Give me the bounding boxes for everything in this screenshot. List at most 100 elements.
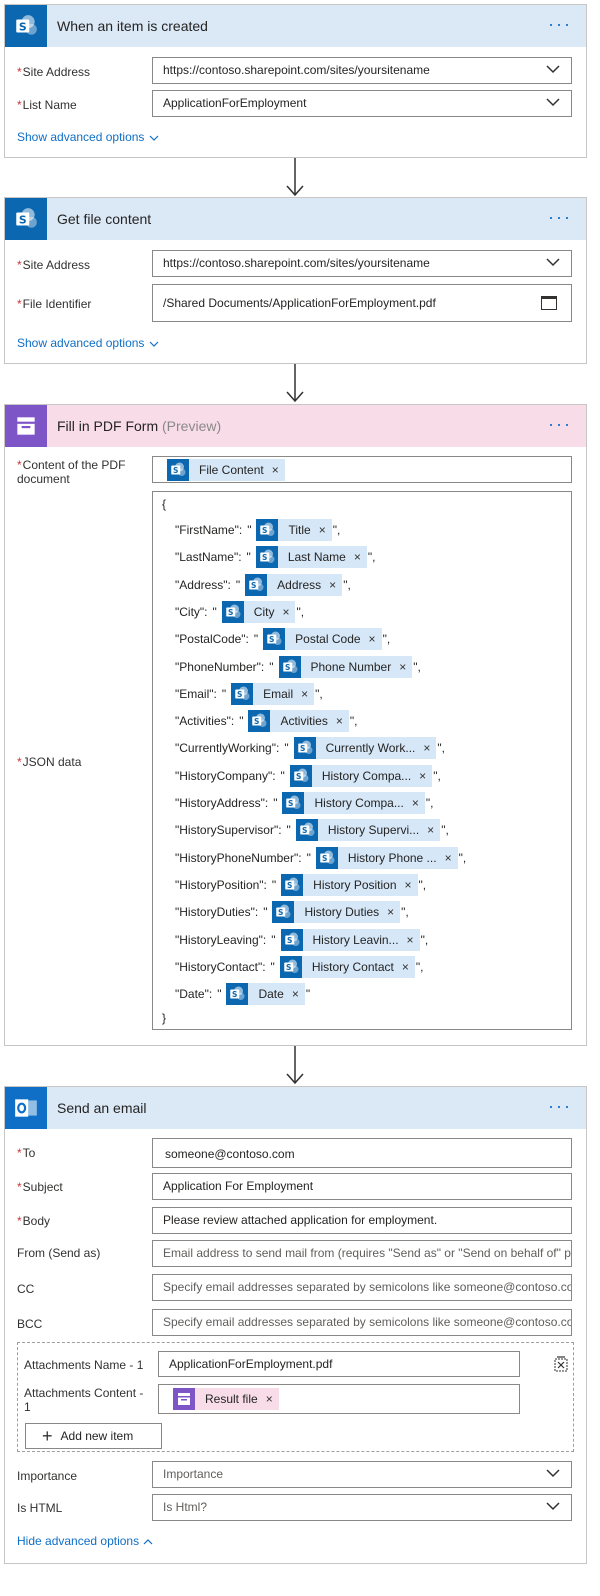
show-advanced-options-link[interactable]: Show advanced options [17, 130, 160, 144]
dynamic-token[interactable]: City × [221, 600, 296, 623]
remove-token-icon[interactable]: × [266, 1387, 273, 1412]
more-options-icon[interactable]: ··· [548, 14, 572, 35]
hide-advanced-options-link[interactable]: Hide advanced options [17, 1534, 154, 1548]
remove-token-icon[interactable]: × [445, 851, 452, 865]
site-address-dropdown[interactable]: https://contoso.sharepoint.com/sites/you… [152, 57, 572, 84]
importance-dropdown[interactable]: Importance [152, 1461, 572, 1488]
remove-token-icon[interactable]: × [282, 605, 289, 619]
remove-token-icon[interactable]: × [301, 687, 308, 701]
remove-token-icon[interactable]: × [354, 550, 361, 564]
preview-label: (Preview) [162, 418, 222, 434]
remove-token-icon[interactable]: × [427, 823, 434, 837]
dynamic-token[interactable]: Email × [231, 682, 315, 705]
show-advanced-options-link[interactable]: Show advanced options [17, 336, 160, 350]
dynamic-token[interactable]: Activities × [248, 710, 349, 733]
flow-arrow-icon [286, 158, 304, 197]
body-input[interactable]: Please review attached application for e… [152, 1207, 572, 1234]
json-suffix: ", [413, 659, 421, 674]
remove-token-icon[interactable]: × [419, 769, 426, 783]
sharepoint-icon [248, 710, 271, 733]
sharepoint-icon [315, 846, 338, 869]
is-html-dropdown[interactable]: Is Html? [152, 1494, 572, 1521]
dynamic-token[interactable]: History Duties × [272, 901, 401, 924]
attachments-content-input[interactable]: Result file × [158, 1384, 520, 1414]
bcc-input[interactable]: Specify email addresses separated by sem… [152, 1309, 572, 1336]
site-address-label: *Site Address [17, 65, 91, 79]
to-value: someone@contoso.com [165, 1147, 295, 1161]
json-key: "PostalCode": [175, 632, 249, 647]
remove-token-icon[interactable]: × [412, 796, 419, 810]
dynamic-token[interactable]: Last Name × [255, 546, 367, 569]
dynamic-token[interactable]: Title × [256, 519, 332, 541]
dynamic-token[interactable]: History Contact × [279, 955, 415, 978]
dynamic-token[interactable]: Postal Code × [263, 628, 382, 651]
json-data-label: *JSON data [17, 755, 82, 769]
json-key: "HistoryPhoneNumber": [175, 850, 302, 865]
step-header[interactable]: Get file content ··· [5, 198, 586, 240]
step-header[interactable]: When an item is created ··· [5, 5, 586, 47]
step-title: When an item is created [57, 18, 208, 34]
chevron-down-icon [545, 94, 561, 110]
remove-token-icon[interactable]: × [399, 660, 406, 674]
remove-token-icon[interactable]: × [407, 933, 414, 947]
sharepoint-icon [226, 983, 249, 1006]
json-suffix: ", [420, 932, 429, 947]
remove-token-icon[interactable]: × [402, 960, 409, 974]
remove-token-icon[interactable]: × [369, 632, 376, 646]
chevron-down-icon [545, 254, 561, 270]
sharepoint-icon [272, 901, 295, 924]
sharepoint-icon [289, 764, 312, 787]
dynamic-token[interactable]: History Supervi... × [295, 819, 441, 842]
json-quote: " [235, 577, 241, 592]
more-options-icon[interactable]: ··· [548, 414, 572, 435]
remove-token-icon[interactable]: × [336, 714, 343, 728]
site-address-dropdown[interactable]: https://contoso.sharepoint.com/sites/you… [152, 250, 572, 277]
file-identifier-input[interactable]: /Shared Documents/ApplicationForEmployme… [152, 284, 572, 322]
step-header[interactable]: Fill in PDF Form (Preview) ··· [5, 405, 586, 447]
dynamic-token[interactable]: File Content × [167, 458, 285, 482]
remove-token-icon[interactable]: × [329, 578, 336, 592]
dynamic-token[interactable]: Currently Work... × [293, 737, 437, 760]
dynamic-token[interactable]: Phone Number × [278, 655, 413, 678]
delete-item-icon[interactable] [552, 1355, 570, 1373]
importance-placeholder: Importance [163, 1467, 224, 1481]
subject-input[interactable]: Application For Employment [152, 1173, 572, 1200]
remove-token-icon[interactable]: × [292, 987, 299, 1001]
remove-token-icon[interactable]: × [272, 458, 279, 482]
to-input[interactable]: someone@contoso.com [152, 1138, 572, 1168]
dynamic-token[interactable]: History Position × [281, 873, 418, 896]
file-identifier-label: *File Identifier [17, 297, 92, 311]
body-value: Please review attached application for e… [163, 1213, 438, 1227]
more-options-icon[interactable]: ··· [548, 207, 572, 228]
is-html-placeholder: Is Html? [163, 1500, 208, 1514]
cc-input[interactable]: Specify email addresses separated by sem… [152, 1274, 572, 1301]
dynamic-token[interactable]: Address × [245, 573, 343, 596]
from-input[interactable]: Email address to send mail from (require… [152, 1240, 572, 1267]
add-new-item-button[interactable]: + Add new item [25, 1423, 162, 1449]
json-data-editor[interactable]: { } "FirstName": " Title × ", "LastName": " Las… [152, 491, 572, 1030]
remove-token-icon[interactable]: × [405, 878, 412, 892]
content-pdf-input[interactable]: File Content × [152, 456, 572, 483]
token-label: Title [288, 523, 311, 537]
dynamic-token[interactable]: History Compa... × [289, 764, 433, 787]
chevron-down-icon [545, 1498, 561, 1514]
dynamic-token[interactable]: Date × [226, 983, 305, 1006]
attachments-name-input[interactable]: ApplicationForEmployment.pdf [158, 1351, 520, 1377]
json-line: "HistoryLeaving": " History Leavin... × ", [175, 928, 429, 951]
folder-icon[interactable] [541, 296, 557, 310]
sharepoint-icon [221, 600, 244, 623]
list-name-dropdown[interactable]: ApplicationForEmployment [152, 90, 572, 117]
dynamic-token[interactable]: Result file × [173, 1387, 279, 1412]
dynamic-token[interactable]: History Phone ... × [315, 846, 458, 869]
more-options-icon[interactable]: ··· [548, 1096, 572, 1117]
remove-token-icon[interactable]: × [319, 523, 326, 537]
remove-token-icon[interactable]: × [423, 741, 430, 755]
remove-token-icon[interactable]: × [387, 905, 394, 919]
token-label: History Compa... [321, 768, 412, 783]
dynamic-token[interactable]: History Leavin... × [280, 928, 420, 951]
dynamic-token[interactable]: History Compa... × [282, 792, 425, 814]
outlook-icon [5, 1087, 47, 1129]
token-label: Result file [205, 1391, 258, 1406]
json-quote: " [286, 823, 291, 838]
step-header[interactable]: Send an email ··· [5, 1087, 586, 1129]
